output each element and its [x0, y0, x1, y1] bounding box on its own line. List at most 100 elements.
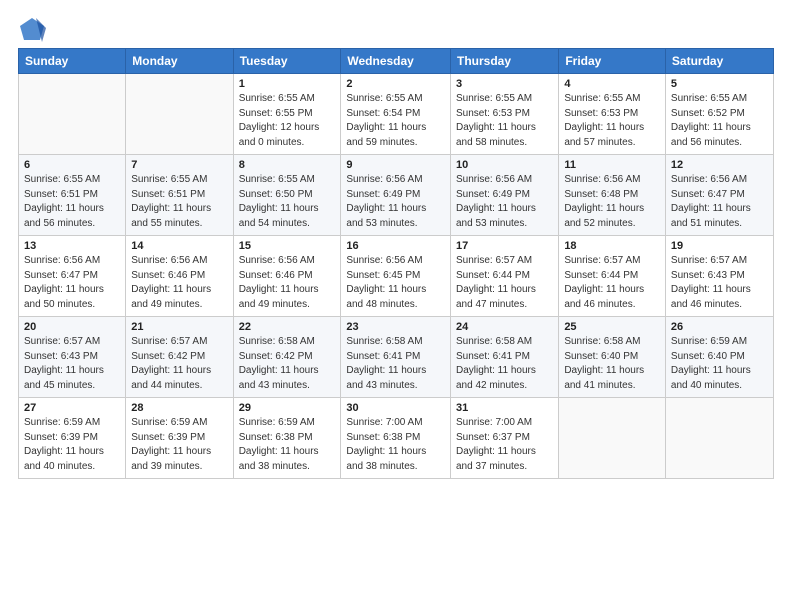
day-info: Sunrise: 6:55 AMSunset: 6:51 PMDaylight:… [131, 173, 227, 231]
week-row-1: 1 Sunrise: 6:55 AMSunset: 6:55 PMDaylight… [19, 74, 774, 155]
calendar-cell: 4 Sunrise: 6:55 AMSunset: 6:53 PMDaylight… [559, 74, 666, 155]
calendar-cell: 27 Sunrise: 6:59 AMSunset: 6:39 PMDayligh… [19, 398, 126, 479]
day-info: Sunrise: 6:56 AMSunset: 6:49 PMDaylight:… [456, 173, 553, 231]
day-info: Sunrise: 7:00 AMSunset: 6:38 PMDaylight:… [346, 416, 445, 474]
calendar-cell: 18 Sunrise: 6:57 AMSunset: 6:44 PMDayligh… [559, 236, 666, 317]
week-row-4: 20Sunrise: 6:57 AMSunset: 6:43 PMDayligh… [19, 317, 774, 398]
day-info: Sunrise: 6:56 AMSunset: 6:47 PMDaylight:… [24, 254, 120, 312]
calendar-table: SundayMondayTuesdayWednesdayThursdayFrid… [18, 48, 774, 479]
weekday-header-saturday: Saturday [665, 49, 773, 74]
day-info: Sunrise: 6:56 AMSunset: 6:49 PMDaylight:… [346, 173, 445, 231]
day-number: 9 [346, 159, 445, 171]
day-number: 29 [239, 402, 336, 414]
day-info: Sunrise: 6:56 AMSunset: 6:48 PMDaylight:… [564, 173, 660, 231]
calendar-cell: 17 Sunrise: 6:57 AMSunset: 6:44 PMDayligh… [450, 236, 558, 317]
calendar-cell: 2 Sunrise: 6:55 AMSunset: 6:54 PMDaylight… [341, 74, 451, 155]
calendar-cell: 7 Sunrise: 6:55 AMSunset: 6:51 PMDaylight… [126, 155, 233, 236]
weekday-header-tuesday: Tuesday [233, 49, 341, 74]
calendar-cell [559, 398, 666, 479]
day-info: Sunrise: 6:55 AMSunset: 6:55 PMDaylight:… [239, 92, 336, 150]
day-number: 12 [671, 159, 768, 171]
weekday-header-wednesday: Wednesday [341, 49, 451, 74]
day-info: Sunrise: 6:55 AMSunset: 6:54 PMDaylight:… [346, 92, 445, 150]
day-info: Sunrise: 6:58 AMSunset: 6:40 PMDaylight:… [564, 335, 660, 393]
calendar-cell: 9 Sunrise: 6:56 AMSunset: 6:49 PMDaylight… [341, 155, 451, 236]
day-number: 27 [24, 402, 120, 414]
day-info: Sunrise: 6:55 AMSunset: 6:51 PMDaylight:… [24, 173, 120, 231]
day-info: Sunrise: 6:57 AMSunset: 6:44 PMDaylight:… [456, 254, 553, 312]
calendar-cell: 24 Sunrise: 6:58 AMSunset: 6:41 PMDayligh… [450, 317, 558, 398]
day-number: 26 [671, 321, 768, 333]
weekday-header-monday: Monday [126, 49, 233, 74]
calendar-cell: 8 Sunrise: 6:55 AMSunset: 6:50 PMDaylight… [233, 155, 341, 236]
day-number: 2 [346, 78, 445, 90]
day-info: Sunrise: 6:56 AMSunset: 6:47 PMDaylight:… [671, 173, 768, 231]
calendar-cell: 12 Sunrise: 6:56 AMSunset: 6:47 PMDayligh… [665, 155, 773, 236]
day-info: Sunrise: 6:57 AMSunset: 6:42 PMDaylight:… [131, 335, 227, 393]
calendar-cell: 10Sunrise: 6:56 AMSunset: 6:49 PMDayligh… [450, 155, 558, 236]
week-row-2: 6Sunrise: 6:55 AMSunset: 6:51 PMDaylight… [19, 155, 774, 236]
logo-icon [18, 16, 46, 44]
calendar-cell [665, 398, 773, 479]
day-number: 4 [564, 78, 660, 90]
weekday-header-thursday: Thursday [450, 49, 558, 74]
calendar-cell: 3 Sunrise: 6:55 AMSunset: 6:53 PMDaylight… [450, 74, 558, 155]
day-info: Sunrise: 7:00 AMSunset: 6:37 PMDaylight:… [456, 416, 553, 474]
page: SundayMondayTuesdayWednesdayThursdayFrid… [0, 0, 792, 612]
day-number: 17 [456, 240, 553, 252]
calendar-cell: 6Sunrise: 6:55 AMSunset: 6:51 PMDaylight… [19, 155, 126, 236]
calendar-cell: 30Sunrise: 7:00 AMSunset: 6:38 PMDayligh… [341, 398, 451, 479]
day-info: Sunrise: 6:58 AMSunset: 6:41 PMDaylight:… [456, 335, 553, 393]
week-row-3: 13Sunrise: 6:56 AMSunset: 6:47 PMDayligh… [19, 236, 774, 317]
day-number: 22 [239, 321, 336, 333]
day-info: Sunrise: 6:59 AMSunset: 6:40 PMDaylight:… [671, 335, 768, 393]
calendar-cell [19, 74, 126, 155]
day-info: Sunrise: 6:57 AMSunset: 6:44 PMDaylight:… [564, 254, 660, 312]
day-number: 5 [671, 78, 768, 90]
day-number: 3 [456, 78, 553, 90]
calendar-cell: 5 Sunrise: 6:55 AMSunset: 6:52 PMDaylight… [665, 74, 773, 155]
calendar-cell: 11 Sunrise: 6:56 AMSunset: 6:48 PMDayligh… [559, 155, 666, 236]
day-number: 18 [564, 240, 660, 252]
day-number: 23 [346, 321, 445, 333]
day-number: 25 [564, 321, 660, 333]
day-number: 19 [671, 240, 768, 252]
calendar-cell: 16 Sunrise: 6:56 AMSunset: 6:45 PMDayligh… [341, 236, 451, 317]
day-info: Sunrise: 6:59 AMSunset: 6:39 PMDaylight:… [24, 416, 120, 474]
header [18, 10, 774, 44]
day-number: 16 [346, 240, 445, 252]
calendar-cell: 31 Sunrise: 7:00 AMSunset: 6:37 PMDayligh… [450, 398, 558, 479]
calendar-cell: 1 Sunrise: 6:55 AMSunset: 6:55 PMDaylight… [233, 74, 341, 155]
calendar-cell: 13Sunrise: 6:56 AMSunset: 6:47 PMDayligh… [19, 236, 126, 317]
calendar-cell: 29 Sunrise: 6:59 AMSunset: 6:38 PMDayligh… [233, 398, 341, 479]
day-number: 31 [456, 402, 553, 414]
weekday-header-sunday: Sunday [19, 49, 126, 74]
day-info: Sunrise: 6:59 AMSunset: 6:38 PMDaylight:… [239, 416, 336, 474]
calendar-cell: 21Sunrise: 6:57 AMSunset: 6:42 PMDayligh… [126, 317, 233, 398]
day-number: 8 [239, 159, 336, 171]
day-info: Sunrise: 6:58 AMSunset: 6:41 PMDaylight:… [346, 335, 445, 393]
day-number: 14 [131, 240, 227, 252]
calendar-cell: 22Sunrise: 6:58 AMSunset: 6:42 PMDayligh… [233, 317, 341, 398]
day-number: 15 [239, 240, 336, 252]
week-row-5: 27 Sunrise: 6:59 AMSunset: 6:39 PMDayligh… [19, 398, 774, 479]
day-info: Sunrise: 6:59 AMSunset: 6:39 PMDaylight:… [131, 416, 227, 474]
day-info: Sunrise: 6:56 AMSunset: 6:46 PMDaylight:… [131, 254, 227, 312]
weekday-header-row: SundayMondayTuesdayWednesdayThursdayFrid… [19, 49, 774, 74]
day-info: Sunrise: 6:55 AMSunset: 6:53 PMDaylight:… [564, 92, 660, 150]
calendar-cell: 26 Sunrise: 6:59 AMSunset: 6:40 PMDayligh… [665, 317, 773, 398]
day-number: 28 [131, 402, 227, 414]
calendar-cell: 15Sunrise: 6:56 AMSunset: 6:46 PMDayligh… [233, 236, 341, 317]
day-number: 7 [131, 159, 227, 171]
calendar-cell: 28 Sunrise: 6:59 AMSunset: 6:39 PMDayligh… [126, 398, 233, 479]
weekday-header-friday: Friday [559, 49, 666, 74]
day-info: Sunrise: 6:56 AMSunset: 6:45 PMDaylight:… [346, 254, 445, 312]
day-number: 24 [456, 321, 553, 333]
calendar-cell: 23 Sunrise: 6:58 AMSunset: 6:41 PMDayligh… [341, 317, 451, 398]
day-info: Sunrise: 6:55 AMSunset: 6:52 PMDaylight:… [671, 92, 768, 150]
day-info: Sunrise: 6:57 AMSunset: 6:43 PMDaylight:… [671, 254, 768, 312]
day-number: 1 [239, 78, 336, 90]
day-number: 11 [564, 159, 660, 171]
day-info: Sunrise: 6:55 AMSunset: 6:53 PMDaylight:… [456, 92, 553, 150]
day-info: Sunrise: 6:55 AMSunset: 6:50 PMDaylight:… [239, 173, 336, 231]
